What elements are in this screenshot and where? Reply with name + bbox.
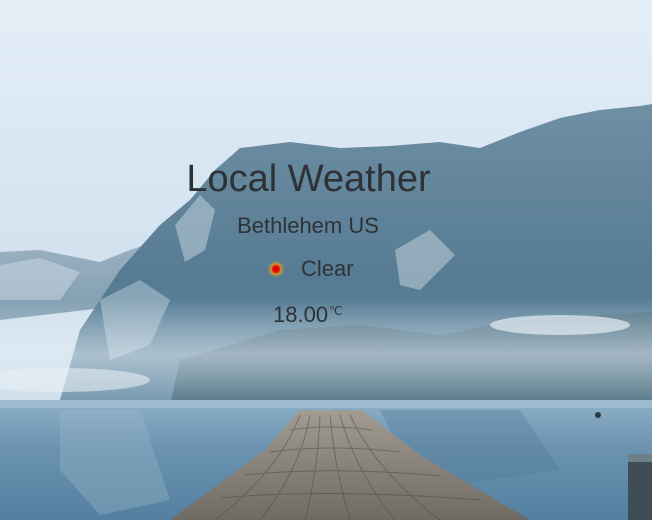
weather-widget: Local Weather Bethlehem US Clear 18.00℃ <box>0 0 652 520</box>
condition-label: Clear <box>301 256 354 281</box>
location-label: Bethlehem US <box>237 213 379 238</box>
temperature-unit-toggle[interactable]: ℃ <box>329 304 342 318</box>
weather-condition: Clear <box>268 255 354 283</box>
page-title: Local Weather <box>186 158 431 200</box>
temperature-value: 18.00 <box>273 302 329 327</box>
clear-sun-icon <box>271 264 281 274</box>
temperature-readout: 18.00℃ <box>273 302 343 328</box>
